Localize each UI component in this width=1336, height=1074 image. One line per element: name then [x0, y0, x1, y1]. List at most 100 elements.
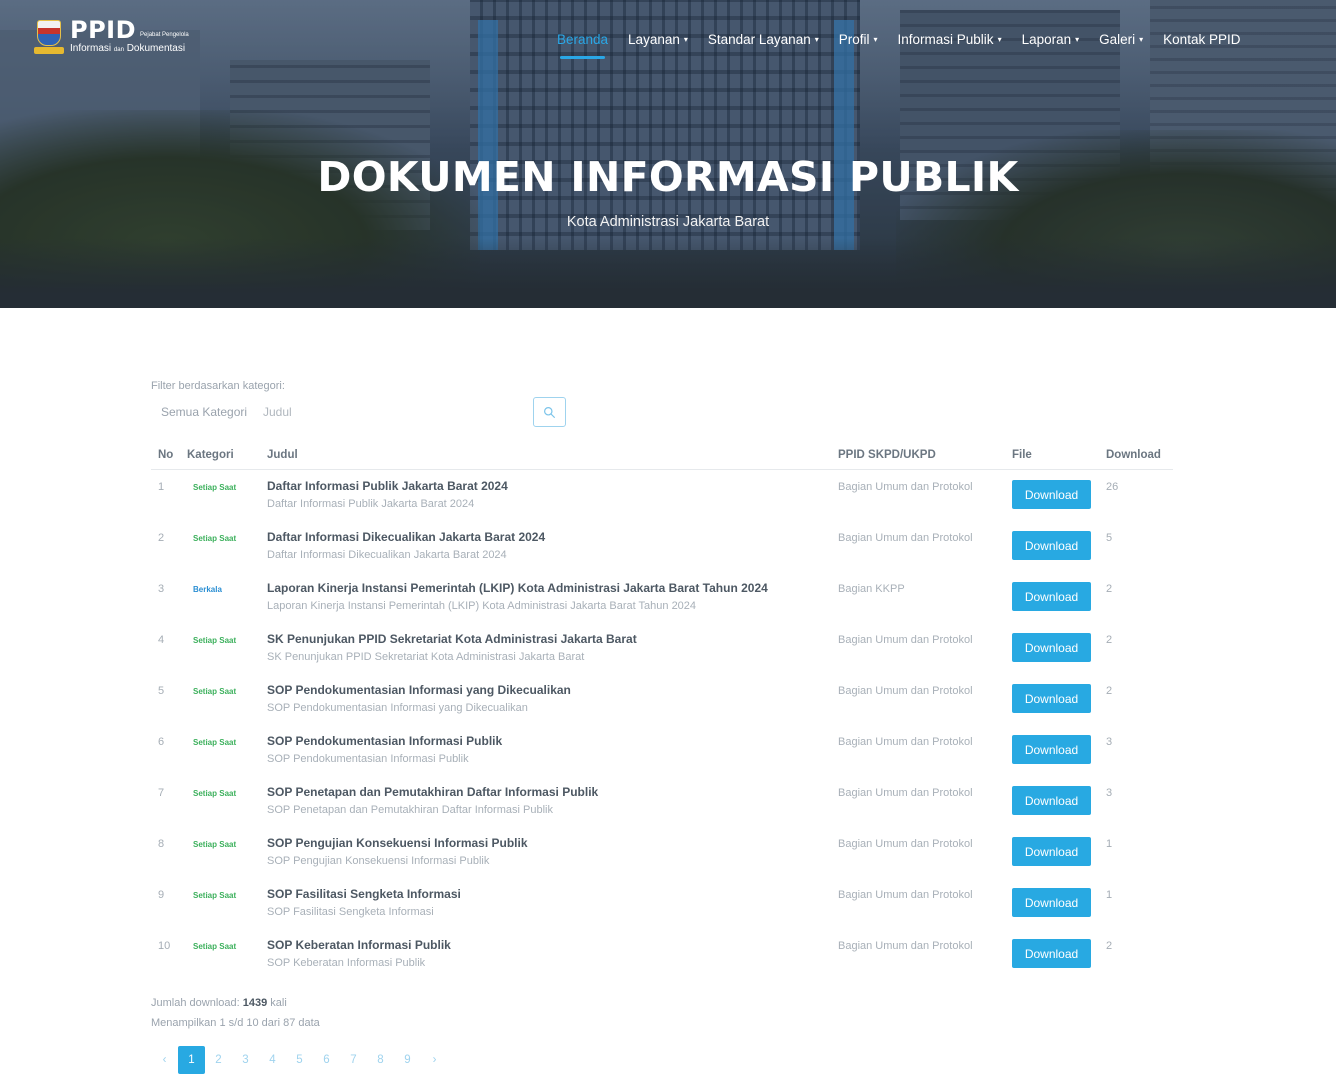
- row-number: 3: [158, 583, 165, 595]
- document-title[interactable]: SK Penunjukan PPID Sekretariat Kota Admi…: [267, 632, 637, 646]
- pagination-prev[interactable]: ‹: [151, 1046, 178, 1074]
- main-nav: Beranda Layanan ▾ Standar Layanan ▾ Profil…: [557, 32, 1260, 59]
- nav-standar-layanan[interactable]: Standar Layanan ▾: [708, 32, 819, 47]
- document-title[interactable]: SOP Pendokumentasian Informasi Publik: [267, 734, 502, 748]
- category-badge: Setiap Saat: [193, 687, 237, 696]
- pagination-page[interactable]: 1: [178, 1046, 205, 1074]
- nav-informasi-publik[interactable]: Informasi Publik ▾: [898, 32, 1002, 47]
- document-title[interactable]: SOP Penetapan dan Pemutakhiran Daftar In…: [267, 785, 598, 799]
- download-count: 5: [1106, 532, 1113, 544]
- category-select[interactable]: Semua Kategori: [151, 399, 255, 425]
- download-button[interactable]: Download: [1012, 837, 1091, 866]
- table-row: 7 Setiap Saat SOP Penetapan dan Pemutakhir…: [151, 776, 1173, 827]
- download-button[interactable]: Download: [1012, 633, 1091, 662]
- download-count: 2: [1106, 685, 1113, 697]
- nav-beranda[interactable]: Beranda: [557, 32, 608, 59]
- document-description: SOP Pengujian Konsekuensi Informasi Publ…: [267, 855, 490, 867]
- skpd-name: Bagian Umum dan Protokol: [838, 940, 973, 952]
- skpd-name: Bagian Umum dan Protokol: [838, 787, 973, 799]
- category-badge: Setiap Saat: [193, 534, 237, 543]
- download-count: 2: [1106, 634, 1113, 646]
- table-row: 8 Setiap Saat SOP Pengujian Konsekuensi In…: [151, 827, 1173, 878]
- download-button[interactable]: Download: [1012, 735, 1091, 764]
- nav-laporan[interactable]: Laporan ▾: [1022, 32, 1080, 47]
- document-title[interactable]: Laporan Kinerja Instansi Pemerintah (LKI…: [267, 581, 768, 595]
- document-description: SOP Pendokumentasian Informasi Publik: [267, 753, 469, 765]
- download-button[interactable]: Download: [1012, 786, 1091, 815]
- showing-range-text: Menampilkan 1 s/d 10 dari 87 data: [151, 1017, 320, 1029]
- header-skpd: PPID SKPD/UKPD: [838, 449, 936, 461]
- table-row: 10 Setiap Saat SOP Keberatan Informasi Pub…: [151, 929, 1173, 980]
- download-button[interactable]: Download: [1012, 582, 1091, 611]
- document-title[interactable]: SOP Fasilitasi Sengketa Informasi: [267, 887, 461, 901]
- download-total-value: 1439: [242, 997, 268, 1009]
- nav-layanan[interactable]: Layanan ▾: [628, 32, 688, 47]
- download-button[interactable]: Download: [1012, 531, 1091, 560]
- document-title[interactable]: Daftar Informasi Publik Jakarta Barat 20…: [267, 479, 508, 493]
- pagination-page[interactable]: 4: [259, 1046, 286, 1074]
- skpd-name: Bagian Umum dan Protokol: [838, 838, 973, 850]
- nav-profil[interactable]: Profil ▾: [839, 32, 878, 47]
- category-badge: Setiap Saat: [193, 636, 237, 645]
- table-row: 1 Setiap Saat Daftar Informasi Publik Jaka…: [151, 470, 1173, 521]
- pagination-page[interactable]: 9: [394, 1046, 421, 1074]
- skpd-name: Bagian Umum dan Protokol: [838, 481, 973, 493]
- document-description: Daftar Informasi Publik Jakarta Barat 20…: [267, 498, 475, 510]
- logo-tagline-1: Informasi: [70, 43, 112, 54]
- title-search-input[interactable]: Judul: [255, 399, 510, 425]
- download-count: 26: [1106, 481, 1119, 493]
- pagination-next[interactable]: ›: [421, 1046, 448, 1074]
- download-button[interactable]: Download: [1012, 888, 1091, 917]
- document-description: SOP Keberatan Informasi Publik: [267, 957, 426, 969]
- search-icon: [544, 406, 555, 418]
- download-count: 1: [1106, 838, 1113, 850]
- nav-kontak-ppid[interactable]: Kontak PPID: [1163, 32, 1240, 47]
- caret-down-icon: ▾: [997, 35, 1002, 44]
- category-badge: Setiap Saat: [193, 789, 237, 798]
- caret-down-icon: ▾: [814, 35, 819, 44]
- search-button[interactable]: [533, 397, 566, 427]
- nav-galeri[interactable]: Galeri ▾: [1099, 32, 1143, 47]
- download-button[interactable]: Download: [1012, 939, 1091, 968]
- pagination-page[interactable]: 3: [232, 1046, 259, 1074]
- pagination-page[interactable]: 7: [340, 1046, 367, 1074]
- document-title[interactable]: SOP Keberatan Informasi Publik: [267, 938, 451, 952]
- logo-brand: PPID: [70, 16, 137, 44]
- logo-tagline-2: Dokumentasi: [126, 43, 186, 54]
- download-button[interactable]: Download: [1012, 480, 1091, 509]
- site-logo[interactable]: PPID Pejabat Pengelola Informasi dan Dok…: [34, 18, 189, 54]
- pagination-page[interactable]: 5: [286, 1046, 313, 1074]
- download-count: 3: [1106, 787, 1113, 799]
- pagination-page[interactable]: 2: [205, 1046, 232, 1074]
- filter-label: Filter berdasarkan kategori:: [151, 380, 285, 392]
- pagination-page[interactable]: 8: [367, 1046, 394, 1074]
- document-title[interactable]: SOP Pengujian Konsekuensi Informasi Publ…: [267, 836, 528, 850]
- skpd-name: Bagian Umum dan Protokol: [838, 736, 973, 748]
- category-badge: Setiap Saat: [193, 483, 237, 492]
- skpd-name: Bagian Umum dan Protokol: [838, 889, 973, 901]
- document-title[interactable]: Daftar Informasi Dikecualikan Jakarta Ba…: [267, 530, 545, 544]
- page-title: DOKUMEN INFORMASI PUBLIK: [317, 153, 1019, 201]
- row-number: 6: [158, 736, 165, 748]
- table-row: 3 Berkala Laporan Kinerja Instansi Pemerin…: [151, 572, 1173, 623]
- skpd-name: Bagian Umum dan Protokol: [838, 532, 973, 544]
- logo-tagline-dan: dan: [113, 47, 124, 53]
- jakarta-emblem-icon: [34, 18, 64, 54]
- pagination-page[interactable]: 6: [313, 1046, 340, 1074]
- pagination: ‹ 1 2 3 4 5 6 7 8 9 ›: [151, 1046, 448, 1074]
- document-description: SOP Pendokumentasian Informasi yang Dike…: [267, 702, 528, 714]
- document-description: SOP Penetapan dan Pemutakhiran Daftar In…: [267, 804, 553, 816]
- document-description: SOP Fasilitasi Sengketa Informasi: [267, 906, 434, 918]
- download-total: Jumlah download: 1439 kali: [151, 997, 287, 1009]
- row-number: 9: [158, 889, 165, 901]
- download-button[interactable]: Download: [1012, 684, 1091, 713]
- caret-down-icon: ▾: [683, 35, 688, 44]
- logo-text: PPID Pejabat Pengelola Informasi dan Dok…: [70, 18, 189, 54]
- document-title[interactable]: SOP Pendokumentasian Informasi yang Dike…: [267, 683, 571, 697]
- skpd-name: Bagian KKPP: [838, 583, 905, 595]
- document-description: SK Penunjukan PPID Sekretariat Kota Admi…: [267, 651, 585, 663]
- row-number: 10: [158, 940, 171, 952]
- header-kategori: Kategori: [187, 449, 234, 461]
- caret-down-icon: ▾: [1139, 35, 1144, 44]
- table-row: 2 Setiap Saat Daftar Informasi Dikecualika…: [151, 521, 1173, 572]
